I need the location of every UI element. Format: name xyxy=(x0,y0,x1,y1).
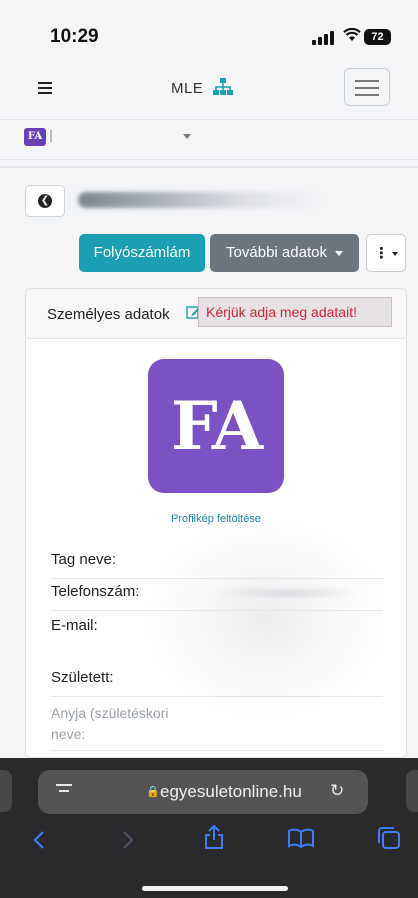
status-time: 10:29 xyxy=(50,26,99,47)
field-label: E-mail: xyxy=(51,617,98,634)
mother-name-field: Anyja (születéskori neve: xyxy=(51,703,383,751)
field-label: Telefonszám: xyxy=(51,583,140,600)
brand-name[interactable]: MLE xyxy=(171,80,203,97)
actions-menu-button[interactable]: ⋮ xyxy=(366,234,406,272)
back-button[interactable]: ❮ xyxy=(25,185,65,217)
profile-picture: FA xyxy=(148,359,284,493)
field-label: Született: xyxy=(51,669,114,686)
phone-field: Telefonszám: xyxy=(51,583,383,611)
avatar: FA xyxy=(24,128,46,146)
more-data-label: További adatok xyxy=(226,244,327,261)
lock-icon: 🔒 xyxy=(146,786,160,798)
caret-down-icon xyxy=(392,252,398,257)
personal-data-card: Személyes adatok Kérjük adja meg adatait… xyxy=(25,288,407,758)
back-icon[interactable] xyxy=(33,830,45,856)
org-chart-icon[interactable] xyxy=(213,78,233,98)
bookmarks-icon[interactable] xyxy=(288,828,314,854)
phone-value-redacted xyxy=(216,589,356,597)
arrow-left-icon: ❮ xyxy=(38,194,52,208)
sidebar-menu-icon[interactable] xyxy=(38,82,52,97)
member-name-field: Tag neve: xyxy=(51,551,383,579)
previous-tab-preview[interactable] xyxy=(0,770,12,812)
email-field: E-mail: xyxy=(51,617,383,665)
more-data-dropdown-button[interactable]: További adatok xyxy=(210,234,359,272)
share-icon[interactable] xyxy=(204,824,224,856)
reload-icon[interactable]: ↻ xyxy=(330,781,344,801)
field-label: Anyja (születéskori xyxy=(51,705,169,721)
upload-profile-picture-link[interactable]: Profilkép feltöltése xyxy=(26,513,406,525)
user-selector[interactable]: FA xyxy=(0,120,418,160)
member-name-redacted xyxy=(78,192,318,208)
tabs-icon[interactable] xyxy=(377,826,401,856)
field-label: Tag neve: xyxy=(51,551,117,568)
browser-toolbar: 🔒 egyesuletonline.hu ↻ xyxy=(0,758,418,898)
cellular-signal-icon xyxy=(312,31,336,45)
divider xyxy=(0,166,418,168)
url-text[interactable]: egyesuletonline.hu xyxy=(160,782,302,802)
page-menu-icon[interactable] xyxy=(56,784,72,798)
wifi-icon xyxy=(343,26,361,47)
account-button[interactable]: Folyószámlám xyxy=(79,234,205,272)
kebab-icon: ⋮ xyxy=(374,245,389,262)
user-name-redacted xyxy=(50,130,52,142)
missing-data-warning[interactable]: Kérjük adja meg adatait! xyxy=(198,297,392,327)
home-indicator[interactable] xyxy=(142,886,288,891)
birth-field: Született: xyxy=(51,669,383,697)
chevron-down-icon[interactable] xyxy=(183,134,191,139)
forward-icon[interactable] xyxy=(122,830,134,856)
caret-down-icon xyxy=(334,250,343,256)
next-tab-preview[interactable] xyxy=(406,770,418,812)
field-label: neve: xyxy=(51,726,86,742)
navbar-toggler-button[interactable] xyxy=(344,68,390,106)
screen: 10:29 72 MLE FA ❮ Folyószámlám További a… xyxy=(0,0,418,898)
address-bar[interactable]: 🔒 egyesuletonline.hu ↻ xyxy=(38,770,368,814)
top-navbar: MLE xyxy=(0,62,418,120)
status-bar: 10:29 72 xyxy=(0,0,418,70)
card-header: Személyes adatok Kérjük adja meg adatait… xyxy=(26,289,406,339)
card-title: Személyes adatok xyxy=(47,306,170,323)
battery-icon: 72 xyxy=(364,29,391,45)
warning-text: Kérjük adja meg adatait! xyxy=(206,304,357,320)
